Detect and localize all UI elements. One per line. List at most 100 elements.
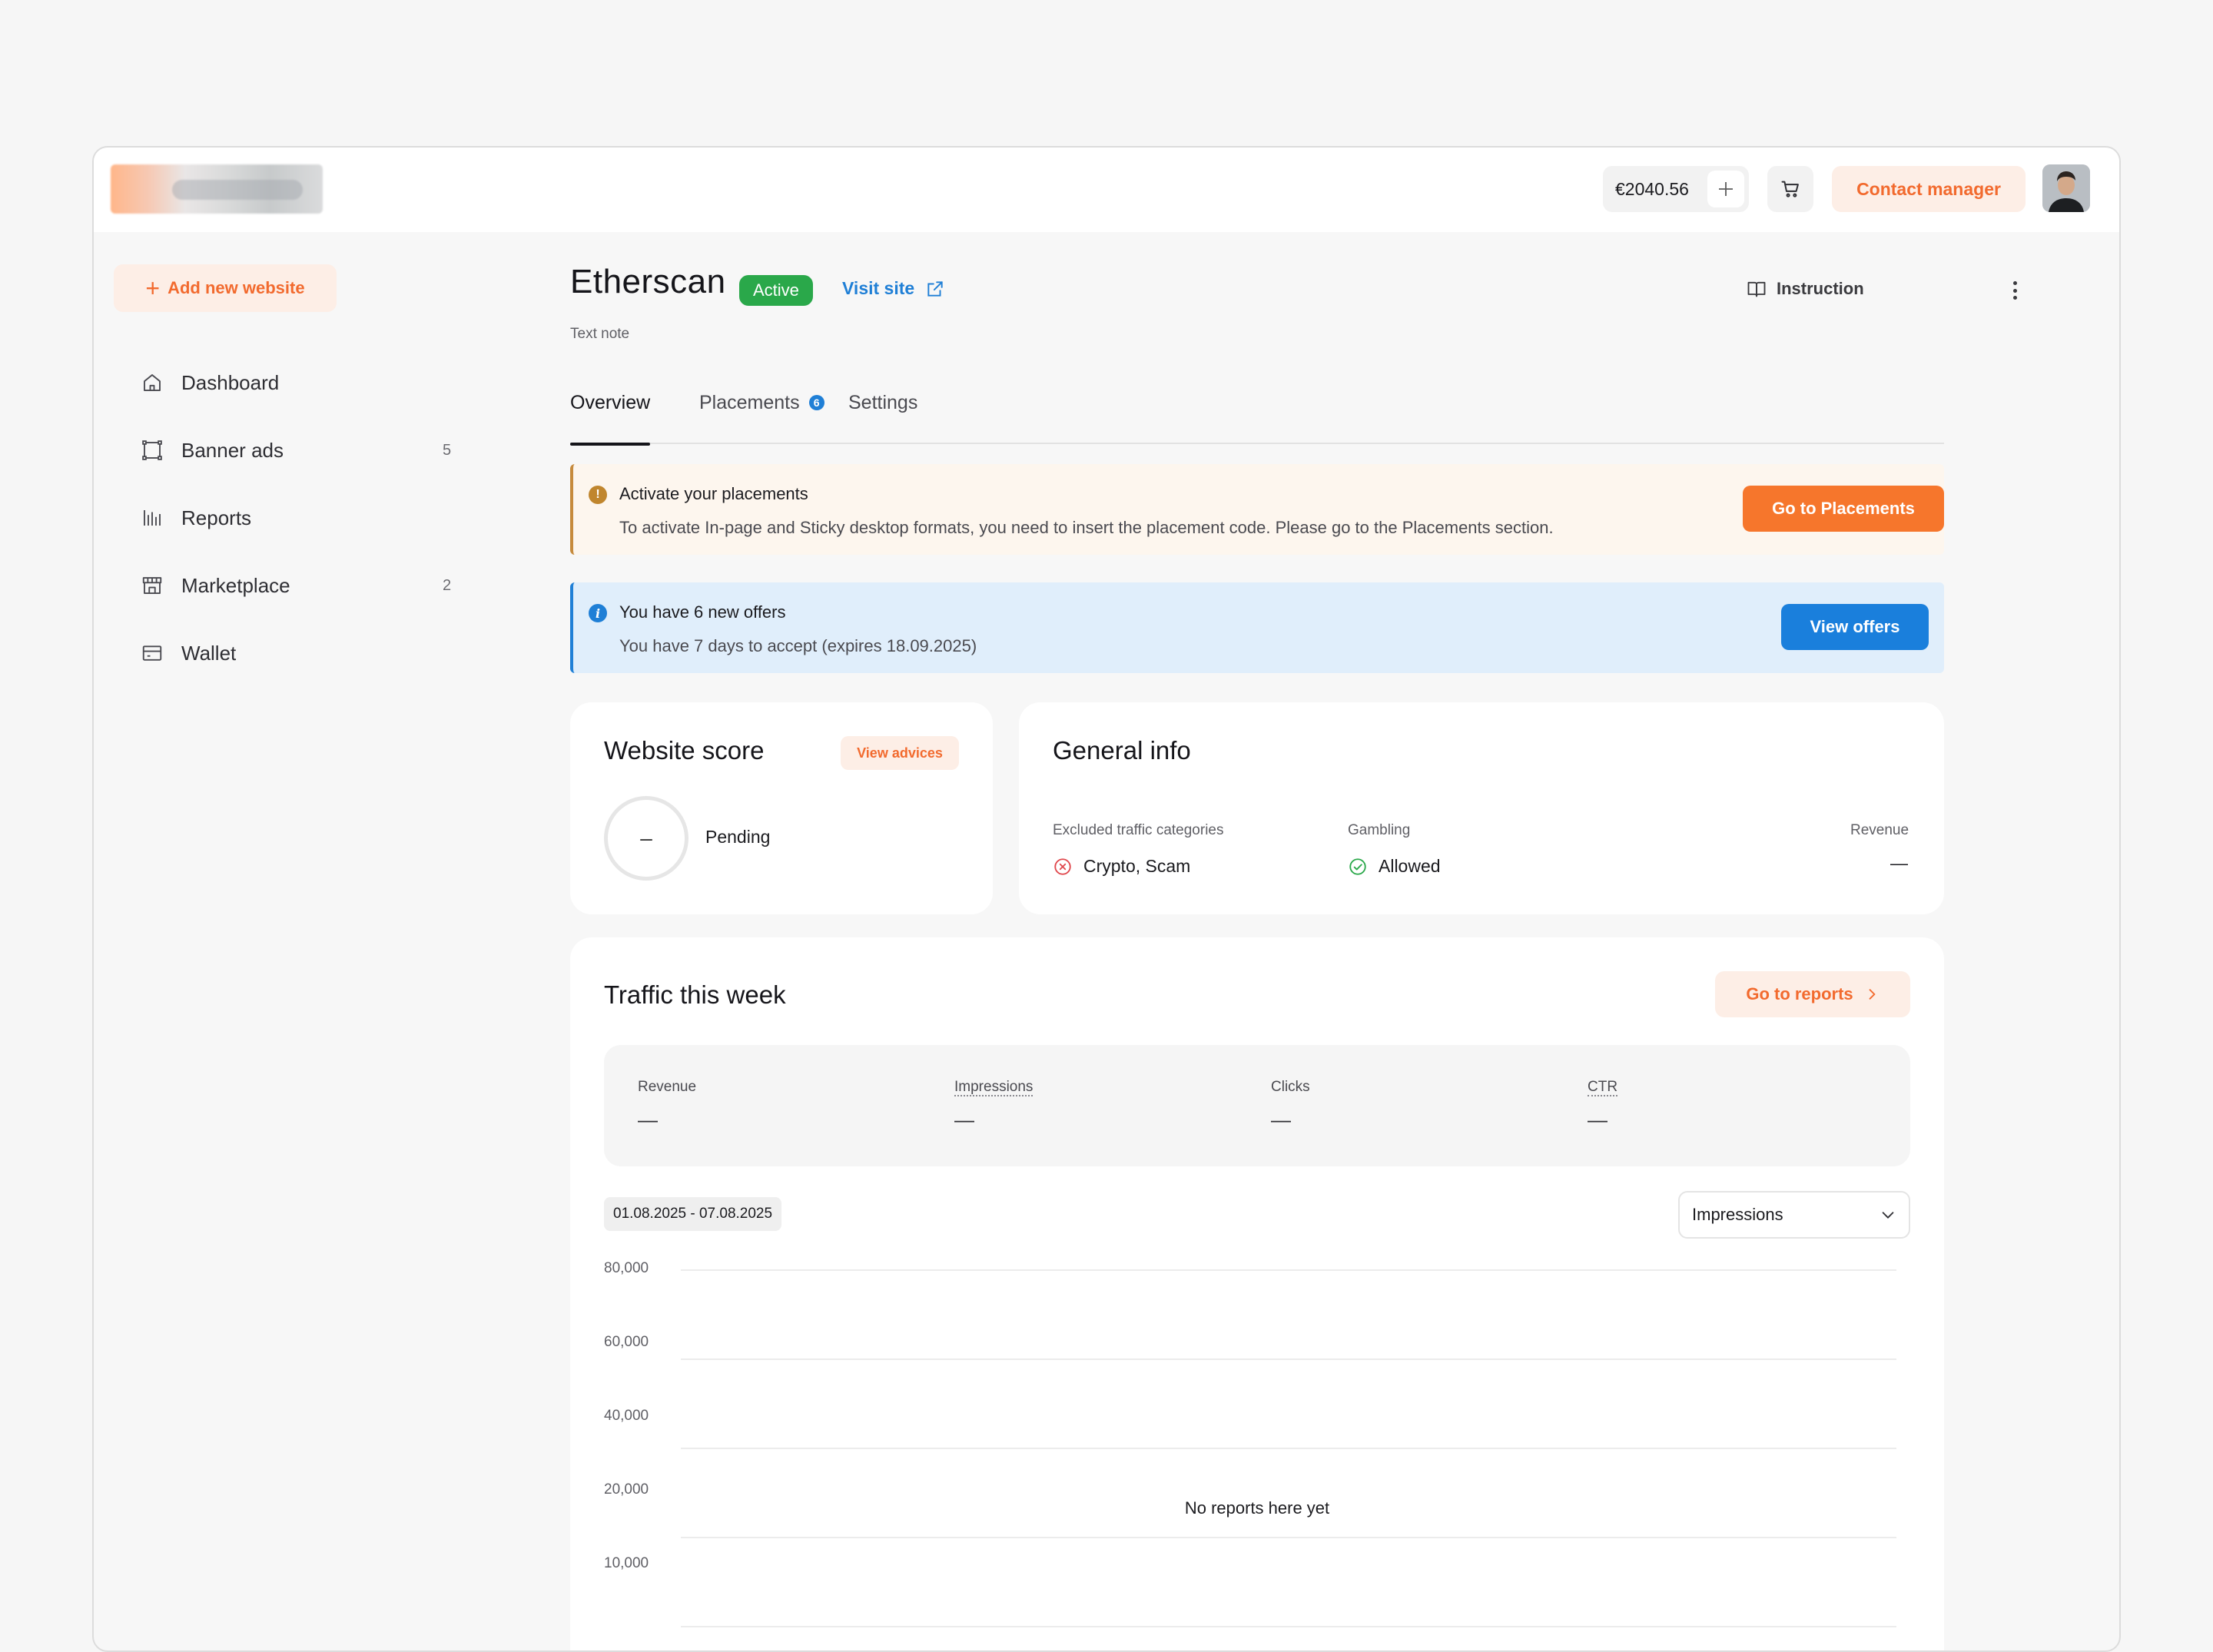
balance-widget: €2040.56 xyxy=(1603,166,1749,212)
sidebar-item-label: Reports xyxy=(181,506,252,529)
card-title: Website score xyxy=(604,736,765,765)
activate-placements-alert: ! Activate your placements To activate I… xyxy=(570,464,1944,555)
revenue-label: Revenue xyxy=(1850,822,1909,838)
chevron-right-icon xyxy=(1869,989,1876,1000)
go-reports-label: Go to reports xyxy=(1746,984,1853,1003)
add-website-button[interactable]: + Add new website xyxy=(114,264,337,312)
grid-line xyxy=(681,1537,1896,1538)
metric-value: — xyxy=(638,1108,658,1131)
gambling-value: Allowed xyxy=(1348,856,1441,877)
app-window: €2040.56 Contact manager + Add new websi… xyxy=(92,146,2121,1652)
grid-line xyxy=(681,1358,1896,1360)
card-title: General info xyxy=(1053,736,1191,765)
revenue-value: — xyxy=(1890,853,1908,873)
gambling-status: Allowed xyxy=(1379,856,1441,876)
sidebar-item-reports[interactable]: Reports xyxy=(138,484,369,552)
metric-impressions: Impressions — xyxy=(954,1079,1034,1132)
metric-select-value: Impressions xyxy=(1692,1205,1783,1224)
x-circle-icon xyxy=(1054,858,1071,875)
avatar[interactable] xyxy=(2042,164,2090,212)
empty-chart-message: No reports here yet xyxy=(1184,1498,1330,1518)
contact-manager-button[interactable]: Contact manager xyxy=(1832,166,2026,212)
store-icon xyxy=(138,572,166,599)
balance-value: €2040.56 xyxy=(1615,178,1689,199)
sidebar-item-label: Marketplace xyxy=(181,573,290,597)
info-icon: i xyxy=(589,604,607,622)
warning-icon: ! xyxy=(589,486,607,504)
more-menu-icon[interactable] xyxy=(2007,277,2022,304)
status-badge: Active xyxy=(739,275,813,306)
chevron-down-icon xyxy=(1882,1212,1894,1219)
alert-title: You have 6 new offers xyxy=(619,602,786,622)
sidebar-item-wallet[interactable]: Wallet xyxy=(138,619,369,687)
go-to-placements-button[interactable]: Go to Placements xyxy=(1743,486,1944,532)
traffic-card: Traffic this week Go to reports Revenue … xyxy=(570,937,1944,1650)
metrics-panel: Revenue — Impressions — Clicks — CTR — xyxy=(604,1045,1910,1166)
sidebar-item-label: Banner ads xyxy=(181,438,284,462)
date-range-chip[interactable]: 01.08.2025 - 07.08.2025 xyxy=(604,1197,782,1231)
metric-label: Revenue xyxy=(638,1079,697,1095)
visit-site-label: Visit site xyxy=(842,278,915,298)
view-offers-button[interactable]: View offers xyxy=(1781,604,1929,650)
sidebar-item-label: Wallet xyxy=(181,641,237,665)
book-icon xyxy=(1747,281,1766,297)
brand-logo[interactable] xyxy=(111,164,323,214)
metric-value: — xyxy=(1588,1108,1607,1131)
score-status: Pending xyxy=(705,827,771,847)
grid-line xyxy=(681,1269,1896,1271)
add-website-label: Add new website xyxy=(168,278,305,297)
grid-line xyxy=(681,1448,1896,1449)
alert-text: You have 7 days to accept (expires 18.09… xyxy=(619,636,977,655)
add-funds-button[interactable] xyxy=(1707,171,1744,207)
go-to-reports-button[interactable]: Go to reports xyxy=(1715,971,1910,1017)
tab-count-badge: 6 xyxy=(808,395,824,410)
metric-label: Clicks xyxy=(1271,1079,1310,1095)
y-tick-label: 40,000 xyxy=(604,1408,649,1424)
sidebar-item-count: 5 xyxy=(443,441,452,459)
sidebar-item-marketplace[interactable]: Marketplace 2 xyxy=(138,552,451,619)
y-tick-label: 10,000 xyxy=(604,1555,649,1571)
home-icon xyxy=(138,369,166,396)
sidebar-nav: Dashboard Banner ads 5 Reports Marketpla… xyxy=(138,349,451,687)
metric-ctr: CTR — xyxy=(1588,1079,1618,1132)
visit-site-link[interactable]: Visit site xyxy=(842,278,945,299)
metric-label[interactable]: Impressions xyxy=(954,1079,1034,1096)
cart-icon xyxy=(1781,181,1799,197)
excluded-value: Crypto, Scam xyxy=(1053,856,1190,877)
sidebar-item-count: 2 xyxy=(443,576,452,594)
score-value: – xyxy=(640,826,652,850)
cart-button[interactable] xyxy=(1767,166,1813,212)
metric-value: — xyxy=(1271,1108,1291,1131)
tab-label: Settings xyxy=(848,392,918,413)
tab-label: Placements xyxy=(699,392,800,413)
view-advices-button[interactable]: View advices xyxy=(841,736,959,770)
metric-select[interactable]: Impressions xyxy=(1678,1191,1910,1239)
instruction-button[interactable]: Instruction xyxy=(1746,278,1864,300)
tab-overview[interactable]: Overview xyxy=(570,386,651,446)
metric-label[interactable]: CTR xyxy=(1588,1079,1618,1096)
wallet-icon xyxy=(138,639,166,667)
plus-icon: + xyxy=(145,274,161,302)
card-title: Traffic this week xyxy=(604,980,786,1009)
text-note: Text note xyxy=(570,326,630,342)
y-tick-label: 20,000 xyxy=(604,1481,649,1498)
tab-placements[interactable]: Placements 6 xyxy=(699,386,824,444)
new-offers-alert: i You have 6 new offers You have 7 days … xyxy=(570,582,1944,673)
check-circle-icon xyxy=(1349,858,1366,875)
sidebar-item-dashboard[interactable]: Dashboard xyxy=(138,349,369,416)
page-title: Etherscan xyxy=(570,263,726,300)
bar-chart-icon xyxy=(138,504,166,532)
tab-settings[interactable]: Settings xyxy=(848,386,917,444)
score-ring: – xyxy=(604,796,688,881)
alert-text: To activate In-page and Sticky desktop f… xyxy=(619,518,1554,537)
metric-revenue: Revenue — xyxy=(638,1079,696,1132)
metric-clicks: Clicks — xyxy=(1271,1079,1310,1132)
banner-icon xyxy=(138,436,166,464)
y-tick-label: 60,000 xyxy=(604,1334,649,1350)
sidebar-item-banner-ads[interactable]: Banner ads 5 xyxy=(138,416,451,484)
instruction-label: Instruction xyxy=(1777,279,1864,298)
alert-title: Activate your placements xyxy=(619,484,808,503)
y-tick-label: 80,000 xyxy=(604,1260,649,1276)
website-score-card: Website score View advices – Pending xyxy=(570,702,993,914)
tab-label: Overview xyxy=(570,392,651,413)
